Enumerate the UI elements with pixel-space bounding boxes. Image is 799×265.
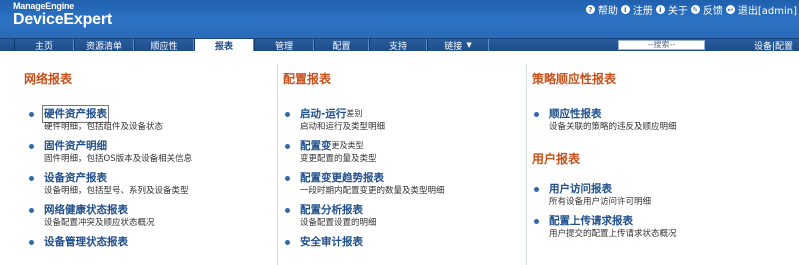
register-icon: i (620, 5, 630, 14)
bullet-icon (285, 111, 290, 117)
report-desc: 设备关联的策略的违反及顺应明细 (549, 122, 677, 132)
report-title[interactable]: 配置上传请求报表 (549, 214, 633, 228)
policy-reports-title: 策略顺应性报表 (532, 72, 617, 86)
logout-label: 退出[admin] (737, 6, 797, 17)
about-label: 关于 (667, 6, 688, 17)
register-link[interactable]: i 注册 (620, 2, 653, 17)
help-label: 帮助 (597, 6, 618, 17)
nav-support[interactable]: 支持 (369, 39, 427, 52)
report-desc: 启动和运行及类型明细 (300, 122, 386, 132)
report-desc: 一段时期内配置变更的数量及类型明细 (300, 186, 445, 196)
report-title[interactable]: 安全审计报表 (300, 235, 363, 249)
bullet-icon (285, 207, 290, 213)
report-title[interactable]: 启动-运行 (300, 107, 346, 121)
search-input[interactable]: --搜索-- (618, 40, 705, 50)
bullet-icon (29, 111, 34, 117)
nav-compliance[interactable]: 顺应性 (134, 39, 194, 52)
user-reports-title: 用户报表 (532, 152, 581, 166)
report-desc: 用户提交的配置上传请求状态概况 (549, 229, 677, 239)
info-icon: i (655, 5, 665, 14)
nav-inventory[interactable]: 资源清单 (74, 39, 134, 52)
help-link[interactable]: ? 帮助 (585, 2, 618, 17)
bullet-icon (29, 207, 34, 213)
report-title[interactable]: 设备管理状态报表 (44, 235, 128, 249)
report-title[interactable]: 固件资产明细 (44, 139, 107, 153)
bullet-icon (285, 175, 290, 181)
report-title[interactable]: 顺应性报表 (549, 107, 602, 121)
report-item[interactable]: 网络健康状态报表 设备配置冲突及顺应状态概况 (29, 203, 276, 229)
nav-settings[interactable]: 配置 (314, 39, 369, 52)
logout-link[interactable]: ↩ 退出[admin] (725, 2, 797, 17)
report-item[interactable]: 配置分析报表 设备配置设置的明细 (285, 203, 525, 229)
config-reports-title: 配置报表 (283, 72, 332, 86)
nav-admin[interactable]: 管理 (254, 39, 314, 52)
logout-icon: ↩ (725, 5, 735, 14)
nav-links-label: 链接 (444, 41, 463, 52)
config-reports-column: 配置报表 启动-运行 差别 启动和运行及类型明细 配置变 更及类型 变更配置的量及类… (277, 64, 525, 265)
app-header: ManageEngine DeviceExpert ? 帮助 i 注册 i 关于… (0, 0, 799, 38)
reports-content: 网络报表 硬件资产报表 硬件明细，包括组件及设备状态 固件资产明细 固件明细，包… (0, 64, 799, 265)
network-reports-title: 网络报表 (24, 72, 73, 86)
bullet-icon (285, 239, 290, 245)
network-reports-column: 网络报表 硬件资产报表 硬件明细，包括组件及设备状态 固件资产明细 固件明细，包… (0, 64, 276, 265)
feedback-label: 反馈 (702, 6, 723, 17)
report-title[interactable]: 配置变更趋势报表 (300, 171, 384, 185)
report-desc: 设备配置冲突及顺应状态概况 (44, 218, 155, 228)
report-item[interactable]: 固件资产明细 固件明细，包括OS版本及设备相关信息 (29, 139, 276, 165)
feedback-icon: ✎ (690, 5, 700, 14)
report-title-overlap: 差别 (346, 109, 363, 118)
help-icon: ? (585, 5, 595, 14)
report-item[interactable]: 硬件资产报表 硬件明细，包括组件及设备状态 (29, 105, 276, 133)
report-title-overlap: 更及类型 (331, 141, 364, 150)
nav-reports[interactable]: 报表 (194, 39, 254, 52)
brand-line2: DeviceExpert (13, 11, 112, 28)
report-title[interactable]: 用户访问报表 (549, 182, 612, 196)
report-desc: 硬件明细，包括组件及设备状态 (44, 122, 164, 132)
report-item[interactable]: 用户访问报表 所有设备用户访问许可明细 (534, 182, 799, 208)
report-title[interactable]: 网络健康状态报表 (44, 203, 128, 217)
brand-logo: ManageEngine DeviceExpert (13, 2, 112, 28)
report-desc: 设备配置设置的明细 (300, 218, 377, 228)
top-links: ? 帮助 i 注册 i 关于 ✎ 反馈 ↩ 退出[admin] (585, 2, 797, 17)
report-item[interactable]: 启动-运行 差别 启动和运行及类型明细 (285, 107, 525, 133)
register-label: 注册 (632, 6, 653, 17)
report-title[interactable]: 硬件资产报表 (42, 105, 109, 123)
report-desc: 所有设备用户访问许可明细 (549, 197, 652, 207)
report-item[interactable]: 设备管理状态报表 (29, 235, 276, 249)
bullet-icon (29, 239, 34, 245)
about-link[interactable]: i 关于 (655, 2, 688, 17)
chevron-down-icon: ▼ (466, 41, 472, 49)
report-desc: 固件明细，包括OS版本及设备相关信息 (44, 154, 193, 164)
feedback-link[interactable]: ✎ 反馈 (690, 2, 723, 17)
bullet-icon (29, 175, 34, 181)
report-title[interactable]: 配置变 (300, 139, 332, 153)
report-item[interactable]: 配置变 更及类型 变更配置的量及类型 (285, 139, 525, 165)
bullet-icon (285, 143, 290, 149)
bullet-icon (29, 143, 34, 149)
policy-user-reports-column: 策略顺应性报表 顺应性报表 设备关联的策略的违反及顺应明细 用户报表 用户访问报… (526, 64, 799, 265)
report-item[interactable]: 安全审计报表 (285, 235, 525, 249)
report-title[interactable]: 设备资产报表 (44, 171, 107, 185)
device-config-switch[interactable]: 设备|配置 (754, 39, 793, 52)
brand-line1: ManageEngine (13, 1, 75, 11)
report-desc: 设备明细，包括型号、系列及设备类型 (44, 186, 189, 196)
report-item[interactable]: 顺应性报表 设备关联的策略的违反及顺应明细 (534, 107, 799, 133)
nav-home[interactable]: 主页 (14, 39, 74, 52)
bullet-icon (534, 111, 539, 117)
report-item[interactable]: 配置上传请求报表 用户提交的配置上传请求状态概况 (534, 214, 799, 240)
report-desc: 变更配置的量及类型 (300, 154, 377, 164)
bullet-icon (534, 186, 539, 192)
nav-links[interactable]: 链接 ▼ (427, 39, 489, 52)
report-item[interactable]: 设备资产报表 设备明细，包括型号、系列及设备类型 (29, 171, 276, 197)
bullet-icon (534, 218, 539, 224)
main-nav: 主页 资源清单 顺应性 报表 管理 配置 支持 链接 ▼ --搜索-- 设备|配… (0, 38, 799, 52)
report-title[interactable]: 配置分析报表 (300, 203, 363, 217)
report-item[interactable]: 配置变更趋势报表 一段时期内配置变更的数量及类型明细 (285, 171, 525, 197)
